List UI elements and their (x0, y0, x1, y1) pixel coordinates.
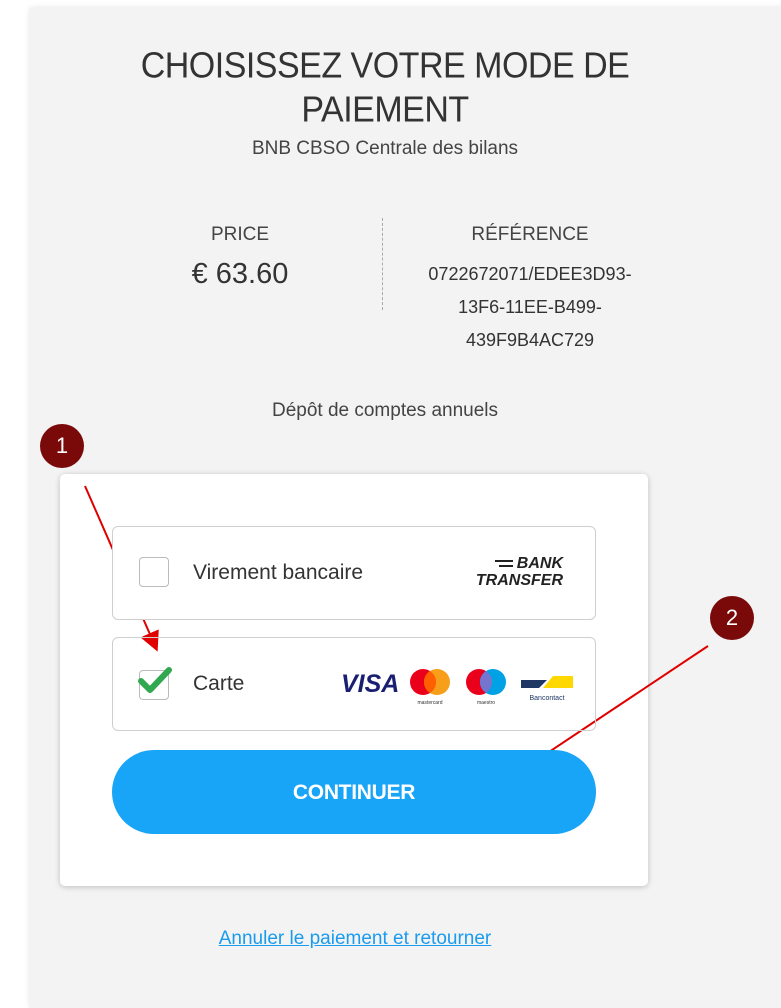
card-checkbox[interactable] (138, 667, 172, 700)
card-brand-logos: VISA mastercard maestro Bancontact (341, 666, 573, 706)
bancontact-icon: Bancontact (521, 676, 573, 702)
bank-logo-line1: BANK (516, 555, 563, 572)
maestro-text: maestro (477, 700, 495, 706)
bank-transfer-label: Virement bancaire (193, 561, 364, 584)
speed-lines-icon (494, 557, 513, 570)
bancontact-text: Bancontact (529, 695, 564, 702)
option-bank-transfer[interactable]: Virement bancaire BANK TRANSFER (112, 526, 596, 620)
visa-icon: VISA (341, 670, 400, 698)
bank-logo-line2: TRANSFER (475, 572, 563, 589)
bank-transfer-icon: BANK TRANSFER (476, 555, 563, 589)
mastercard-icon: mastercard (410, 669, 450, 706)
bank-transfer-checkbox[interactable] (139, 557, 169, 587)
mastercard-text: mastercard (417, 700, 442, 706)
maestro-icon: maestro (466, 669, 506, 706)
option-card[interactable]: Carte VISA mastercard maestro Bancontact (112, 637, 596, 731)
checkmark-icon (138, 667, 172, 693)
card-label: Carte (193, 672, 245, 695)
continue-button[interactable]: CONTINUER (112, 750, 596, 834)
